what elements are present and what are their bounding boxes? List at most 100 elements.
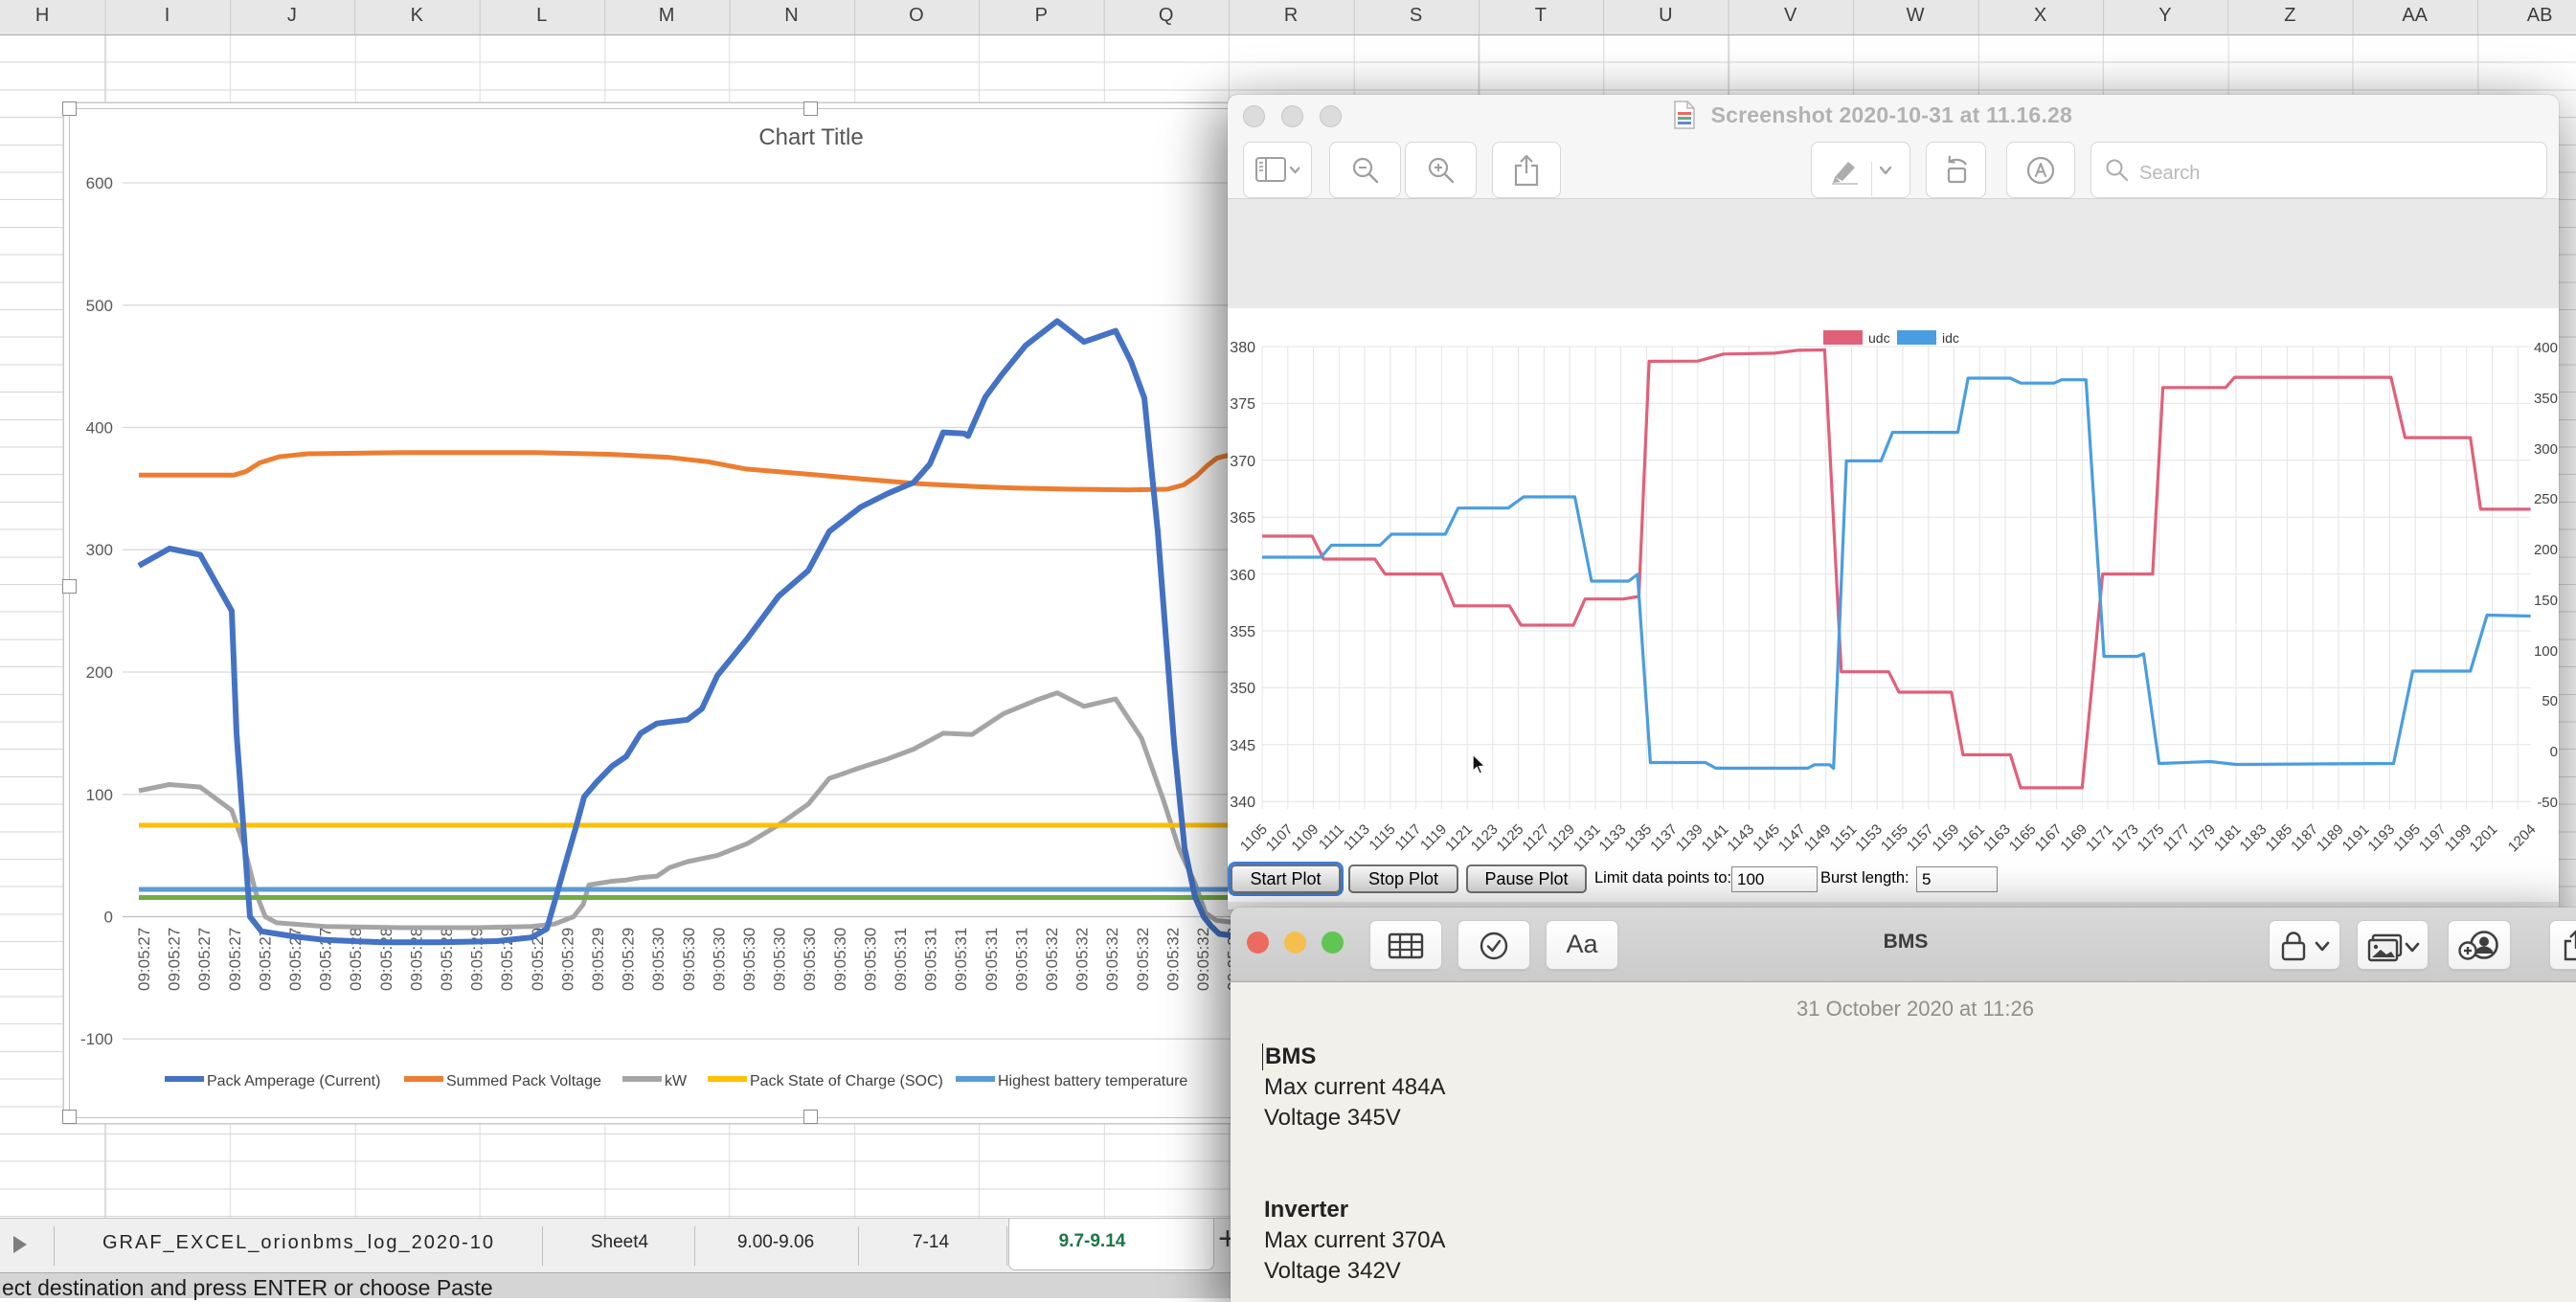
svg-text:100: 100 (2534, 643, 2558, 660)
svg-text:1173: 1173 (2109, 821, 2142, 855)
svg-text:09:05:31: 09:05:31 (1012, 928, 1030, 991)
svg-text:375: 375 (1230, 396, 1255, 413)
svg-text:1191: 1191 (2339, 821, 2373, 855)
svg-text:Pack State of Charge (SOC): Pack State of Charge (SOC) (750, 1073, 943, 1089)
svg-text:1204: 1204 (2505, 821, 2540, 856)
svg-text:Highest battery temperature: Highest battery temperature (998, 1073, 1187, 1089)
svg-text:1111: 1111 (1316, 821, 1347, 853)
svg-text:345: 345 (1230, 738, 1255, 754)
svg-text:09:05:27: 09:05:27 (256, 928, 274, 991)
svg-text:400: 400 (2534, 340, 2558, 356)
svg-text:09:05:32: 09:05:32 (1194, 928, 1212, 991)
svg-text:0: 0 (2550, 744, 2558, 760)
svg-text:1155: 1155 (1878, 821, 1911, 855)
svg-text:1119: 1119 (1417, 821, 1450, 854)
svg-text:1199: 1199 (2442, 821, 2475, 855)
svg-text:09:05:32: 09:05:32 (1103, 928, 1121, 991)
svg-text:09:05:29: 09:05:29 (468, 928, 486, 991)
svg-text:09:05:30: 09:05:30 (649, 928, 667, 991)
svg-text:1107: 1107 (1263, 821, 1297, 855)
svg-text:1113: 1113 (1341, 821, 1373, 854)
svg-text:1153: 1153 (1852, 821, 1886, 855)
svg-text:Pack Amperage (Current): Pack Amperage (Current) (207, 1073, 380, 1089)
svg-text:09:05:32: 09:05:32 (1134, 928, 1152, 991)
svg-text:09:05:29: 09:05:29 (620, 928, 638, 991)
svg-text:09:05:32: 09:05:32 (1164, 928, 1182, 991)
svg-text:09:05:28: 09:05:28 (347, 928, 365, 991)
svg-text:1123: 1123 (1468, 821, 1502, 855)
svg-text:1131: 1131 (1570, 821, 1604, 855)
svg-text:1197: 1197 (2416, 821, 2450, 855)
svg-text:370: 370 (1230, 454, 1255, 470)
svg-text:idc: idc (1942, 330, 1959, 346)
svg-text:300: 300 (86, 541, 113, 559)
svg-text:1195: 1195 (2390, 821, 2424, 855)
svg-text:0: 0 (104, 909, 113, 927)
svg-text:1179: 1179 (2185, 821, 2219, 855)
svg-text:09:05:32: 09:05:32 (1073, 928, 1092, 991)
svg-text:1121: 1121 (1442, 821, 1476, 855)
svg-text:1139: 1139 (1673, 821, 1706, 855)
svg-text:1129: 1129 (1545, 821, 1578, 855)
svg-text:300: 300 (2534, 441, 2558, 458)
svg-text:1183: 1183 (2237, 821, 2271, 855)
svg-text:340: 340 (1230, 795, 1255, 811)
svg-text:1125: 1125 (1494, 821, 1527, 855)
svg-text:1165: 1165 (2006, 821, 2040, 855)
svg-text:1159: 1159 (1929, 821, 1962, 855)
svg-text:1201: 1201 (2467, 821, 2501, 856)
svg-text:1145: 1145 (1750, 821, 1783, 855)
svg-text:09:05:30: 09:05:30 (740, 928, 758, 991)
svg-text:09:05:30: 09:05:30 (801, 928, 819, 991)
svg-text:380: 380 (1230, 340, 1255, 356)
svg-text:150: 150 (2534, 593, 2558, 609)
svg-text:09:05:32: 09:05:32 (1043, 928, 1061, 991)
svg-text:250: 250 (2534, 491, 2558, 507)
svg-text:600: 600 (86, 174, 113, 192)
svg-text:09:05:29: 09:05:29 (558, 928, 576, 991)
svg-text:1175: 1175 (2135, 821, 2168, 855)
svg-text:350: 350 (1230, 681, 1255, 697)
svg-text:09:05:31: 09:05:31 (952, 928, 970, 991)
svg-text:09:05:28: 09:05:28 (438, 928, 456, 991)
svg-text:1189: 1189 (2314, 821, 2347, 855)
svg-text:1109: 1109 (1288, 821, 1322, 855)
svg-text:1105: 1105 (1237, 821, 1271, 855)
svg-text:09:05:31: 09:05:31 (892, 928, 910, 991)
svg-text:1127: 1127 (1519, 821, 1552, 855)
svg-text:09:05:27: 09:05:27 (166, 928, 184, 991)
svg-text:1157: 1157 (1904, 821, 1937, 855)
svg-text:09:05:30: 09:05:30 (680, 928, 698, 991)
svg-text:360: 360 (1230, 568, 1255, 584)
svg-text:09:05:30: 09:05:30 (771, 928, 789, 991)
svg-text:09:05:31: 09:05:31 (983, 928, 1001, 991)
svg-text:1163: 1163 (1980, 821, 2014, 855)
svg-text:365: 365 (1230, 510, 1255, 527)
svg-text:Summed Pack Voltage: Summed Pack Voltage (446, 1073, 601, 1089)
svg-text:-100: -100 (80, 1030, 113, 1048)
svg-text:1193: 1193 (2364, 821, 2398, 855)
svg-text:1187: 1187 (2288, 821, 2321, 855)
svg-text:1115: 1115 (1367, 821, 1399, 854)
svg-text:1185: 1185 (2262, 821, 2295, 855)
svg-text:1141: 1141 (1699, 821, 1732, 855)
svg-text:200: 200 (86, 663, 113, 682)
svg-text:kW: kW (665, 1073, 688, 1089)
svg-text:1149: 1149 (1801, 821, 1835, 855)
svg-text:100: 100 (86, 786, 113, 804)
svg-text:1117: 1117 (1391, 821, 1424, 854)
svg-text:200: 200 (2534, 542, 2558, 558)
svg-text:355: 355 (1230, 624, 1255, 640)
svg-text:1169: 1169 (2057, 821, 2090, 855)
svg-text:1167: 1167 (2032, 821, 2066, 855)
svg-text:1171: 1171 (2083, 821, 2116, 855)
svg-text:350: 350 (2534, 391, 2558, 407)
svg-text:09:05:28: 09:05:28 (407, 928, 425, 991)
svg-text:1147: 1147 (1775, 821, 1809, 855)
svg-text:1161: 1161 (1955, 821, 1988, 855)
svg-text:09:05:30: 09:05:30 (831, 928, 849, 991)
svg-text:1143: 1143 (1724, 821, 1757, 855)
svg-text:500: 500 (86, 297, 113, 315)
svg-text:udc: udc (1868, 330, 1890, 346)
svg-text:1181: 1181 (2211, 821, 2245, 855)
